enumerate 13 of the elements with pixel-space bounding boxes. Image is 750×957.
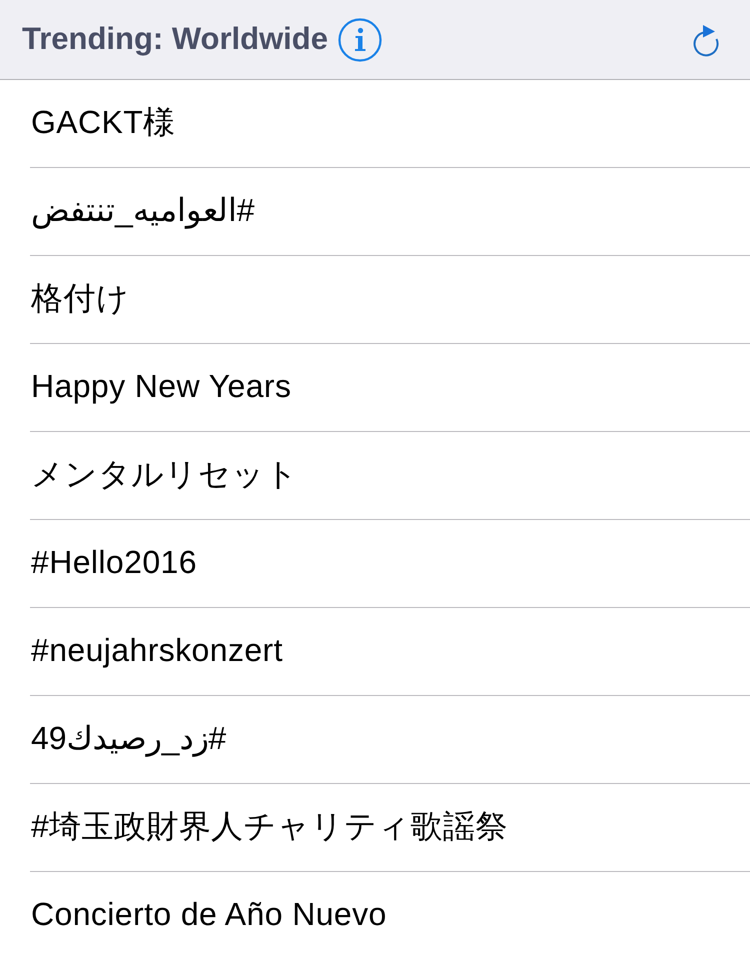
- trend-item[interactable]: #neujahrskonzert: [30, 608, 750, 696]
- header-title: Trending: Worldwide: [22, 20, 328, 58]
- trend-item[interactable]: #Hello2016: [30, 520, 750, 608]
- trend-item[interactable]: GACKT様: [30, 80, 750, 168]
- trend-item[interactable]: Happy New Years: [30, 344, 750, 432]
- refresh-icon[interactable]: [692, 22, 720, 56]
- trend-item[interactable]: 格付け: [30, 256, 750, 344]
- info-icon[interactable]: [338, 18, 382, 62]
- trend-item[interactable]: メンタルリセット: [30, 432, 750, 520]
- trend-item[interactable]: #زد_رصيدك49: [30, 696, 750, 784]
- trend-item[interactable]: #埼玉政財界人チャリティ歌謡祭: [30, 784, 750, 872]
- trend-item[interactable]: #العواميه_تنتفض: [30, 168, 750, 256]
- trend-item[interactable]: Concierto de Año Nuevo: [30, 872, 750, 957]
